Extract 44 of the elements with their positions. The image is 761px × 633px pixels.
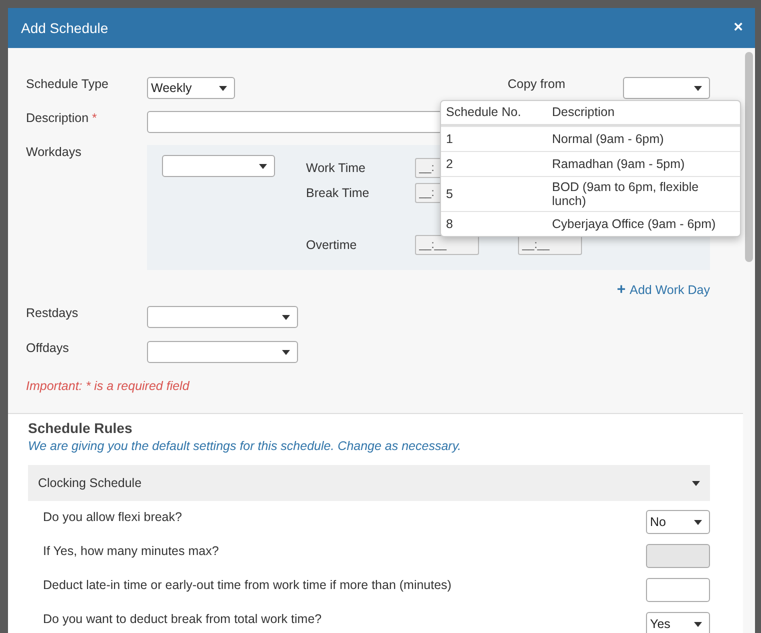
rule-select[interactable]: Yes	[646, 612, 710, 633]
workday-select[interactable]	[162, 155, 275, 177]
rule-label: Do you allow flexi break?	[43, 510, 182, 524]
dropdown-option[interactable]: 1 Normal (9am - 6pm)	[441, 126, 740, 151]
restdays-select[interactable]	[147, 306, 298, 328]
field-label: Copy from	[508, 77, 566, 91]
time-label: Break Time	[306, 186, 370, 200]
schedule-type-select[interactable]: Weekly	[147, 77, 235, 99]
section-title: Schedule Rules	[28, 420, 134, 436]
copy-from-select[interactable]	[623, 77, 710, 99]
caret-icon	[694, 86, 702, 90]
rule-select[interactable]: No	[646, 510, 710, 534]
caret-icon	[694, 520, 702, 524]
close-button[interactable]: ×	[734, 19, 743, 37]
rule-label: If Yes, how many minutes max?	[43, 544, 219, 558]
dropdown-option[interactable]: 5 BOD (9am to 6pm, flexible lunch)	[441, 176, 740, 211]
dropdown-option[interactable]: 8 Cyberjaya Office (9am - 6pm)	[441, 211, 740, 236]
rule-label: Deduct late-in time or early-out time from work time if more than (minutes)	[43, 578, 452, 592]
column-header: Schedule No.	[446, 105, 522, 119]
scrollbar-thumb[interactable]	[745, 52, 753, 262]
caret-icon	[218, 86, 227, 90]
dialog-title: Add Schedule	[21, 20, 108, 36]
section-subtitle: We are giving you the default settings for this schedule. Change as necessary.	[28, 439, 462, 453]
rule-input[interactable]	[646, 578, 710, 602]
accordion-header[interactable]: Clocking Schedule	[28, 465, 710, 501]
field-label: Description *	[26, 111, 98, 125]
column-header: Description	[552, 105, 616, 119]
caret-icon	[282, 314, 290, 320]
add-work-day-link[interactable]: + Add Work Day	[616, 281, 710, 298]
caret-icon	[282, 350, 290, 354]
time-label: Overtime	[306, 238, 358, 252]
field-label: Restdays	[26, 306, 80, 320]
field-label: Workdays	[26, 145, 82, 159]
field-label: Offdays	[26, 341, 70, 355]
dropdown-option[interactable]: 2 Ramadhan (9am - 5pm)	[441, 151, 740, 176]
rule-label: Do you want to deduct break from total work time?	[43, 612, 322, 626]
offdays-select[interactable]	[147, 341, 298, 363]
caret-icon	[694, 622, 702, 626]
caret-icon	[259, 164, 267, 168]
time-field[interactable]: __:__	[415, 234, 479, 254]
required-note: Important: * is a required field	[26, 379, 191, 393]
caret-icon	[692, 480, 700, 486]
field-label: Schedule Type	[26, 77, 110, 91]
time-label: Work Time	[306, 160, 366, 174]
